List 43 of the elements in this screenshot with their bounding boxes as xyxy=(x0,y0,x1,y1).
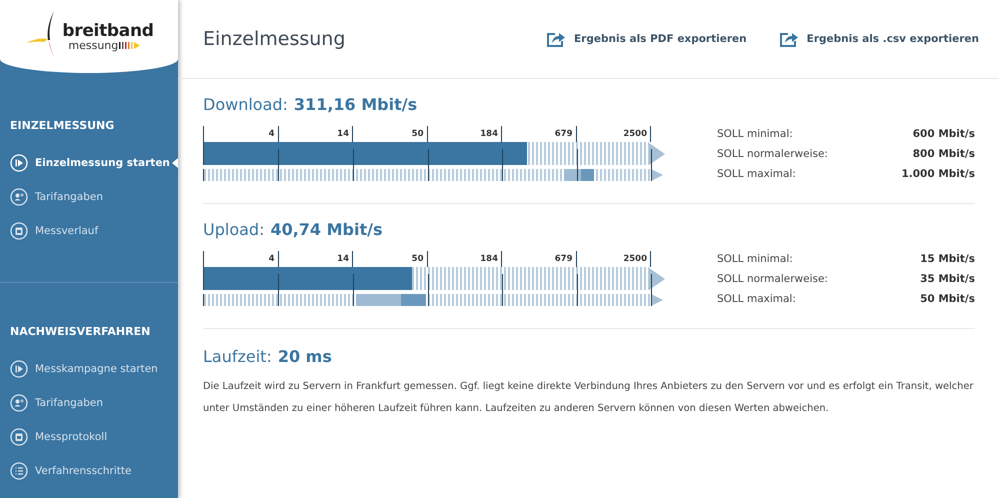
result-heading: Download: 311,16 Mbit/s xyxy=(203,95,418,114)
calendar-icon xyxy=(10,428,28,446)
logo-subtitle: messung xyxy=(68,40,118,50)
arrow-head-icon xyxy=(651,169,663,181)
target-value: 50 Mbit/s xyxy=(920,293,975,305)
section-heading: NACHWEISVERFAHREN xyxy=(9,325,152,338)
target-value: 600 Mbit/s xyxy=(912,128,975,140)
latency-note: Die Laufzeit wird zu Servern in Frankfurt gemessen. Ggf. liegt keine direkte Verbindung Ihres Anbieters zu den Servern vor und es erfolgt ein Transit, welcher unter Umständen zu einer höheren Laufzeit führen kann. Laufzeiten zu anderen Servern können von diesen Werten abweichen. xyxy=(203,380,974,416)
sidebar-item[interactable]: Einzelmessung starten xyxy=(0,146,178,180)
play-icon xyxy=(10,360,28,378)
person-icon xyxy=(10,188,28,206)
target-value: 1.000 Mbit/s xyxy=(901,168,975,180)
section-heading: EINZELMESSUNG xyxy=(9,119,116,132)
result-heading: Upload: 40,74 Mbit/s xyxy=(203,220,384,239)
arrow-head-icon xyxy=(651,294,663,306)
target-label: SOLL minimal: xyxy=(717,253,793,265)
export-link[interactable]: Ergebnis als PDF exportieren xyxy=(546,30,747,48)
target-label: SOLL maximal: xyxy=(717,168,796,180)
result-heading: Laufzeit: 20 ms xyxy=(203,347,333,366)
export-link[interactable]: Ergebnis als .csv exportieren xyxy=(778,30,979,48)
target-value: 800 Mbit/s xyxy=(912,148,975,160)
person-icon xyxy=(10,394,28,412)
target-value: 15 Mbit/s xyxy=(920,253,975,265)
sidebar-item[interactable]: Messkampagne starten xyxy=(0,352,178,386)
export-icon xyxy=(778,30,799,48)
sidebar-item[interactable]: Messverlauf xyxy=(0,214,178,248)
sidebar-item[interactable]: Messprotokoll xyxy=(0,420,178,454)
logo-title: breitband xyxy=(62,22,154,40)
export-icon xyxy=(546,30,566,48)
target-label: SOLL minimal: xyxy=(717,128,793,140)
sidebar-item[interactable]: Tarifangaben xyxy=(0,386,178,420)
play-icon xyxy=(10,154,28,172)
target-value: 35 Mbit/s xyxy=(920,273,975,285)
bars-icon xyxy=(119,40,142,50)
page-title: Einzelmessung xyxy=(203,28,346,50)
calendar-icon xyxy=(10,222,28,240)
target-label: SOLL normalerweise: xyxy=(717,148,828,160)
pointer-icon xyxy=(172,158,178,168)
sidebar-item[interactable]: Verfahrensschritte xyxy=(0,454,178,488)
list-icon xyxy=(10,462,28,480)
target-label: SOLL maximal: xyxy=(717,293,796,305)
sidebar-item[interactable]: Tarifangaben xyxy=(0,180,178,214)
target-label: SOLL normalerweise: xyxy=(717,273,828,285)
